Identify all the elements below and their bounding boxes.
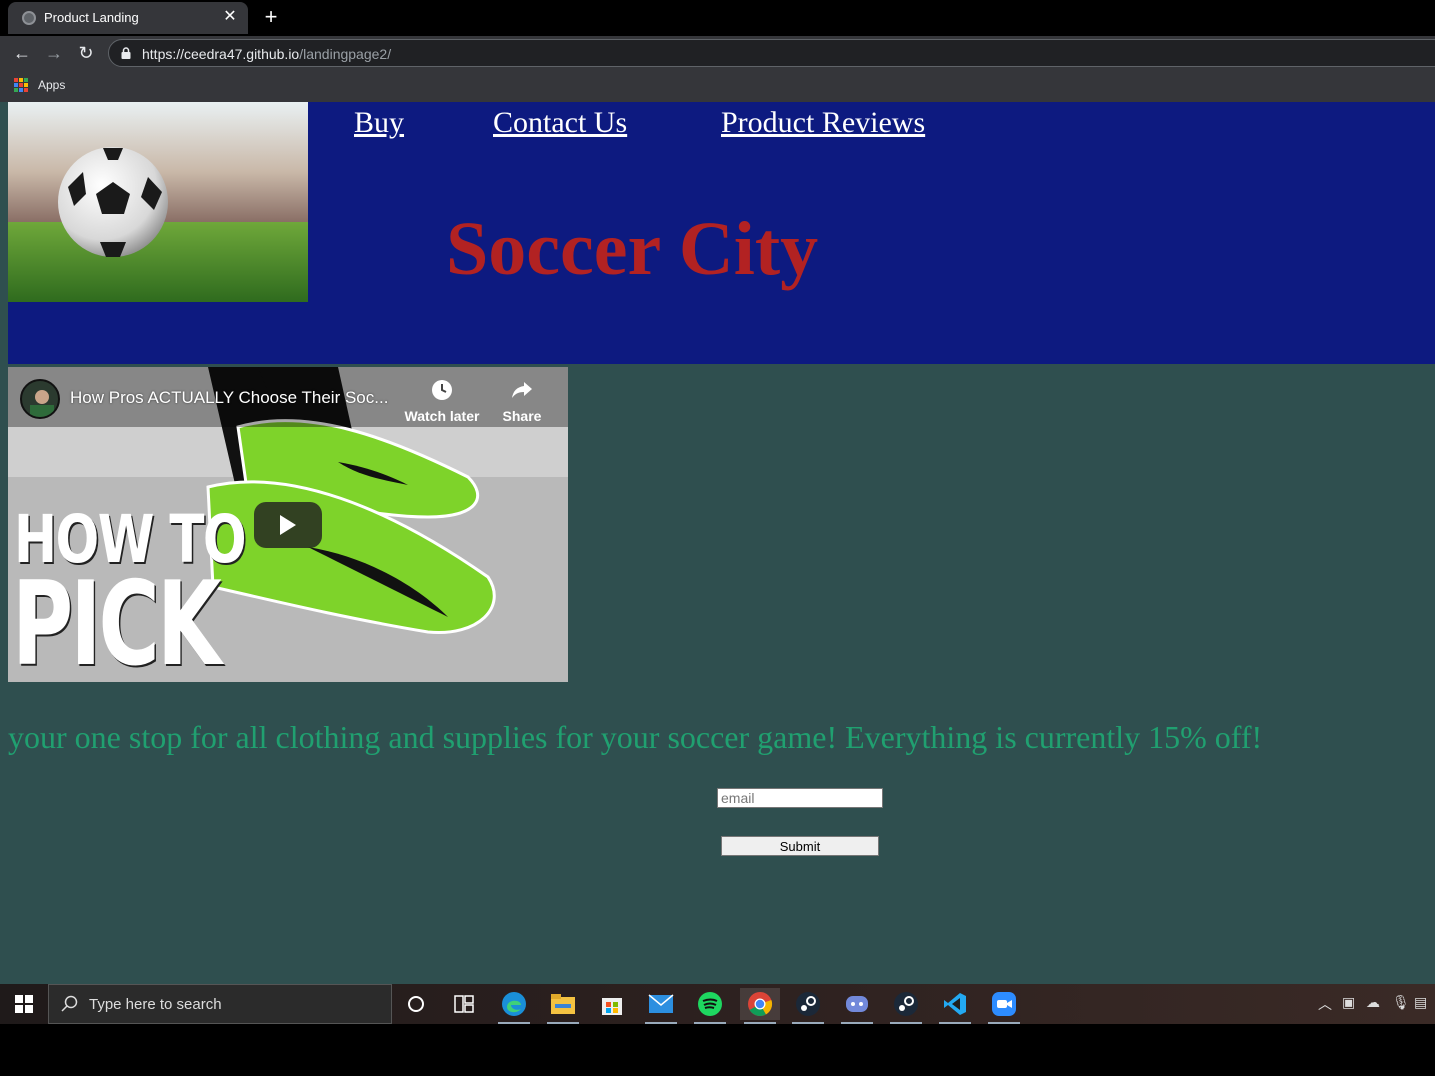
cortana-icon[interactable]: [396, 988, 436, 1020]
zoom-icon[interactable]: [984, 988, 1024, 1024]
spotify-icon[interactable]: [690, 988, 730, 1024]
windows-taskbar: Type here to search ︿ ▣ ☁ 🎙 ▤: [0, 984, 1435, 1024]
vscode-icon[interactable]: [935, 988, 975, 1024]
share-button[interactable]: Share: [482, 379, 562, 424]
windows-logo-icon: [15, 995, 33, 1013]
page-margin: [0, 102, 8, 364]
clock-icon: [432, 380, 452, 400]
notification-icon[interactable]: ▤: [1414, 994, 1427, 1011]
back-icon[interactable]: ←: [10, 41, 34, 65]
page-title: Soccer City: [446, 207, 819, 291]
bookmarks-bar: Apps: [0, 70, 1435, 102]
reload-icon[interactable]: ↻: [74, 41, 98, 65]
taskbar-search[interactable]: Type here to search: [48, 984, 392, 1024]
meet-now-icon[interactable]: ▣: [1342, 994, 1355, 1011]
video-title[interactable]: How Pros ACTUALLY Choose Their Soc...: [70, 388, 388, 408]
microphone-icon[interactable]: 🎙: [1392, 994, 1410, 1011]
search-placeholder: Type here to search: [89, 996, 222, 1013]
page-viewport: Buy Contact Us Product Reviews Soccer Ci…: [0, 102, 1435, 984]
apps-bookmark[interactable]: Apps: [38, 78, 65, 92]
new-tab-icon[interactable]: +: [258, 4, 284, 30]
start-button[interactable]: [0, 984, 48, 1024]
search-icon: [61, 995, 78, 1012]
url-text: https://ceedra47.github.io/landingpage2/: [142, 46, 391, 62]
video-embed[interactable]: HOW TO PICK How Pros ACTUALLY Choose The…: [8, 367, 568, 682]
soccer-ball-logo: [8, 102, 308, 302]
browser-toolbar: ← → ↻ https://ceedra47.github.io/landing…: [0, 36, 1435, 70]
channel-avatar[interactable]: [20, 379, 60, 419]
site-header: Buy Contact Us Product Reviews Soccer Ci…: [8, 102, 1435, 364]
globe-icon: [22, 11, 36, 25]
tagline: your one stop for all clothing and suppl…: [8, 719, 1263, 755]
mail-icon[interactable]: [641, 988, 681, 1024]
share-label: Share: [502, 408, 542, 424]
close-tab-icon[interactable]: ✕: [220, 7, 240, 27]
apps-grid-icon[interactable]: [14, 78, 28, 92]
thumbnail-text-pick: PICK: [12, 557, 222, 683]
nav-link-buy[interactable]: Buy: [354, 106, 404, 140]
onedrive-icon[interactable]: ☁: [1366, 994, 1380, 1011]
submit-button[interactable]: Submit: [721, 836, 879, 856]
edge-icon[interactable]: [494, 988, 534, 1024]
forward-icon[interactable]: →: [42, 41, 66, 65]
play-icon: [280, 515, 296, 535]
file-explorer-icon[interactable]: [543, 988, 583, 1024]
email-field[interactable]: [717, 788, 883, 808]
discord-icon[interactable]: [837, 988, 877, 1024]
browser-tab[interactable]: Product Landing ✕: [8, 2, 248, 34]
watch-later-button[interactable]: Watch later: [402, 379, 482, 424]
steam-secondary-icon[interactable]: [886, 988, 926, 1024]
share-icon: [512, 382, 532, 398]
nav-link-product-reviews[interactable]: Product Reviews: [721, 106, 925, 140]
tab-title: Product Landing: [44, 10, 139, 25]
microsoft-store-icon[interactable]: [592, 988, 632, 1020]
nav-link-contact-us[interactable]: Contact Us: [493, 106, 627, 140]
tab-strip: Product Landing ✕ +: [0, 0, 1435, 36]
url-host: https://ceedra47.github.io: [142, 46, 300, 62]
task-view-icon[interactable]: [444, 988, 484, 1020]
address-bar[interactable]: https://ceedra47.github.io/landingpage2/: [108, 39, 1435, 67]
tray-chevron-icon[interactable]: ︿: [1318, 994, 1332, 1014]
watch-later-label: Watch later: [404, 408, 480, 424]
url-path: /landingpage2/: [299, 46, 392, 62]
steam-icon[interactable]: [788, 988, 828, 1024]
play-button[interactable]: [254, 502, 322, 548]
lock-icon: [121, 47, 131, 59]
chrome-icon[interactable]: [740, 988, 780, 1024]
screen-bottom-bezel: [0, 1024, 1435, 1076]
